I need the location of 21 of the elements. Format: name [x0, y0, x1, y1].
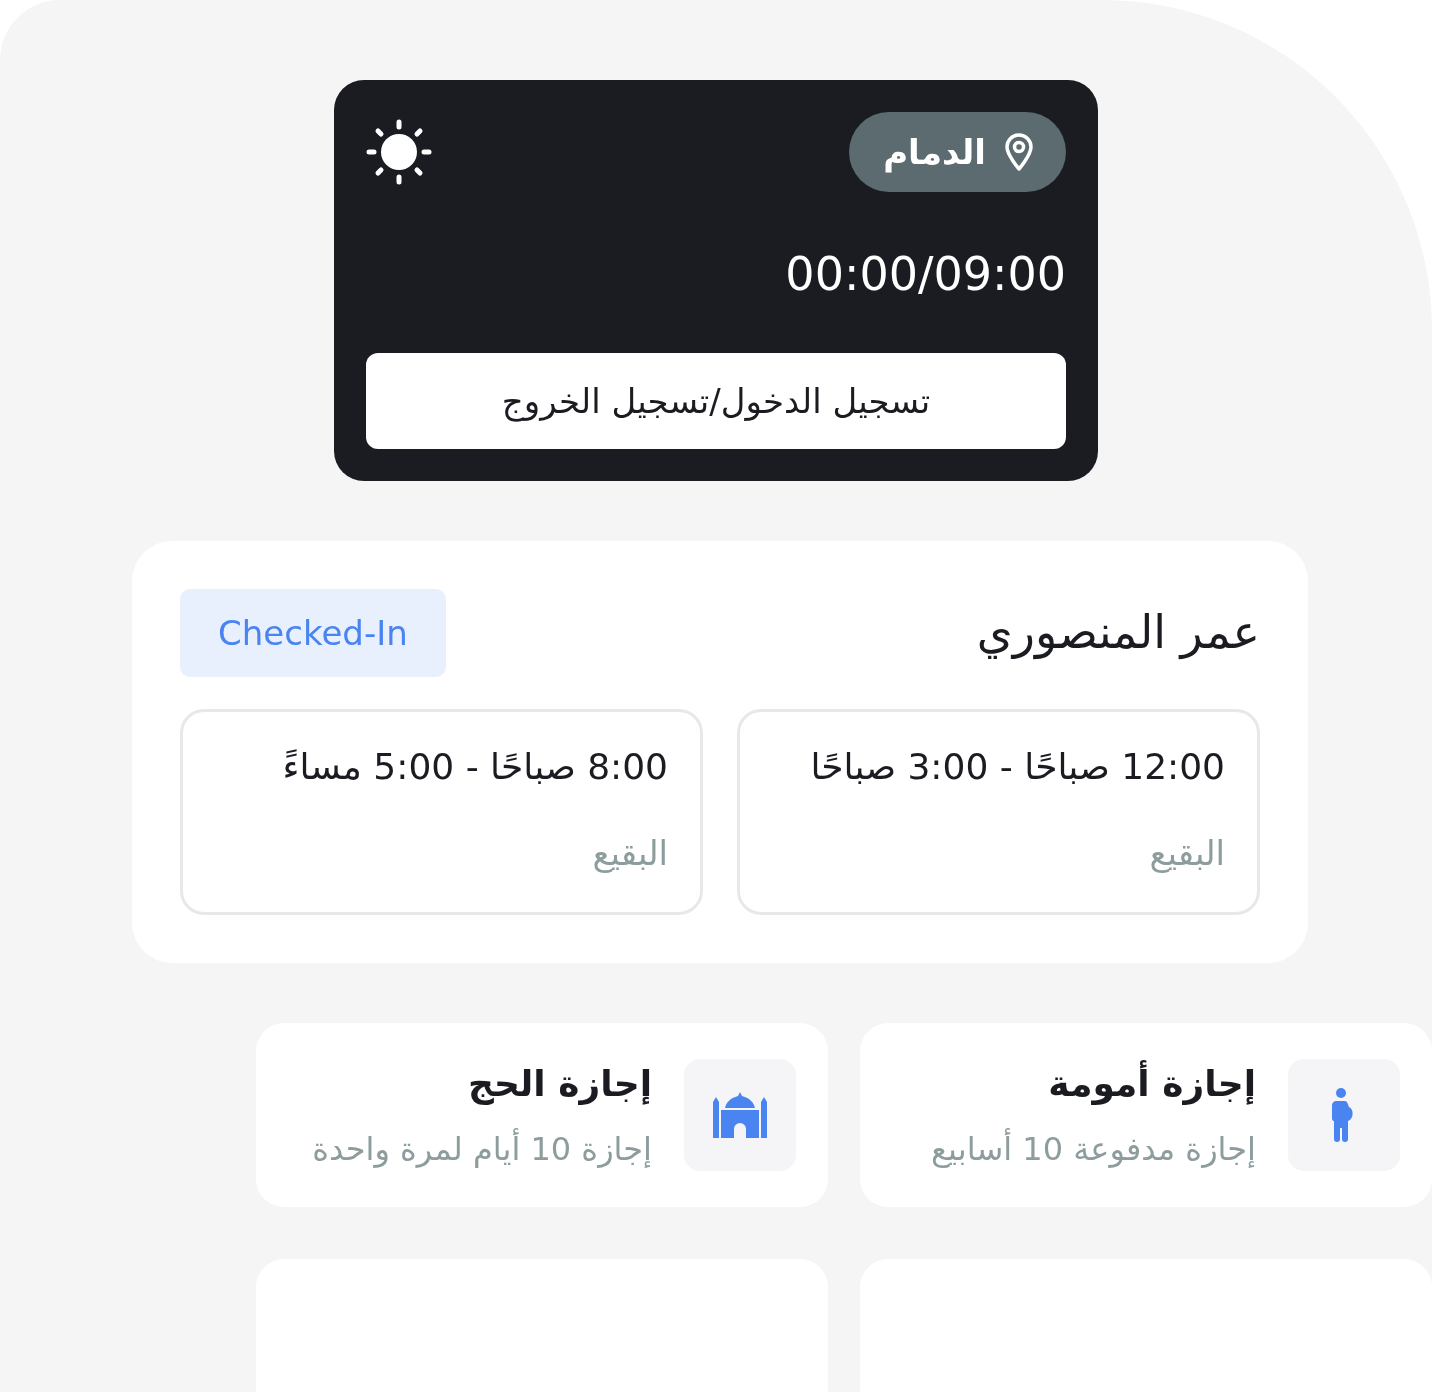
shift-card[interactable]: 8:00 صباحًا - 5:00 مساءً البقيع	[180, 709, 703, 915]
leave-description: إجازة مدفوعة 10 أسابيع	[931, 1127, 1256, 1170]
check-in-out-button[interactable]: تسجيل الدخول/تسجيل الخروج	[366, 353, 1066, 449]
timer-text: 00:00/09:00	[784, 246, 1066, 303]
pregnant-person-icon	[1332, 1088, 1356, 1142]
leave-description: إجازة 10 أيام لمرة واحدة	[312, 1127, 652, 1170]
shift-time: 8:00 صباحًا - 5:00 مساءً	[281, 745, 668, 789]
shift-card[interactable]: 12:00 صباحًا - 3:00 صباحًا البقيع	[737, 709, 1260, 915]
leave-title: إجازة الحج	[466, 1062, 652, 1107]
leave-card[interactable]: إجازة أمومة إجازة مدفوعة 10 أسابيع	[860, 1023, 1432, 1207]
mosque-icon	[712, 1092, 768, 1138]
shift-location: البقيع	[591, 832, 668, 875]
status-badge: Checked-In	[180, 589, 446, 677]
shift-location: البقيع	[1148, 832, 1225, 875]
employee-name: عمر المنصوري	[976, 605, 1260, 661]
shift-time: 12:00 صباحًا - 3:00 صباحًا	[809, 745, 1225, 789]
sun-icon[interactable]	[366, 119, 432, 185]
leave-title: إجازة أمومة	[931, 1057, 1256, 1111]
location-chip[interactable]: الدمام	[849, 112, 1066, 192]
location-pin-icon	[1004, 133, 1034, 171]
leave-card[interactable]: إجازة الحج إجازة 10 أيام لمرة واحدة	[256, 1023, 828, 1207]
